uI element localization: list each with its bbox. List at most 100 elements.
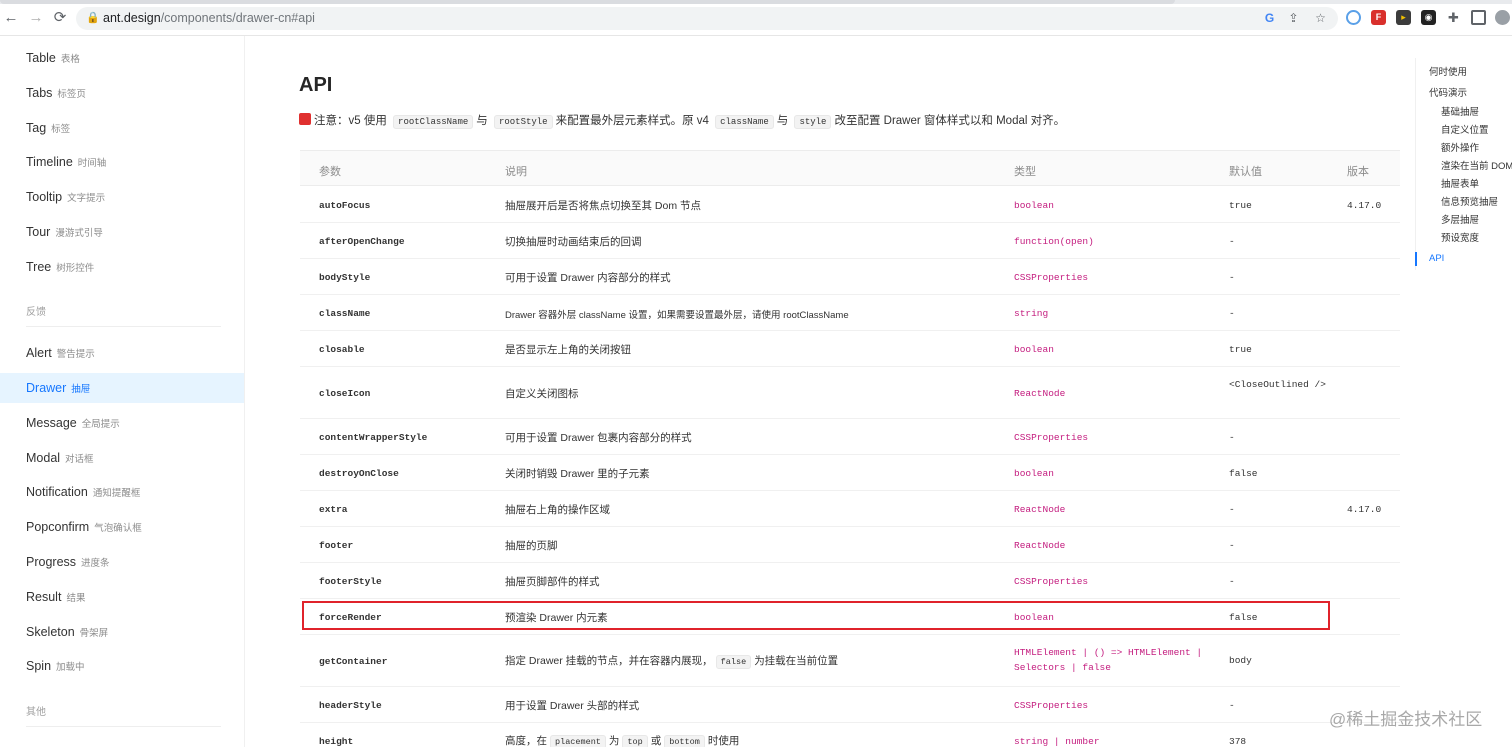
anchor-size[interactable]: 预设宽度: [1441, 230, 1479, 244]
table-row: height 高度，在 placement 为 top 或 bottom 时使用 strin…: [300, 723, 1400, 747]
header-param: 参数: [319, 166, 341, 178]
prop-name: className: [319, 308, 371, 319]
prop-desc: 高度，在 placement 为 top 或 bottom 时使用: [505, 735, 740, 747]
address-bar[interactable]: 🔒 ant.design/components/drawer-cn#api G …: [76, 7, 1338, 30]
anchor-when-to-use[interactable]: 何时使用: [1429, 64, 1467, 78]
tab-strip: [0, 0, 1512, 4]
prop-desc: 指定 Drawer 挂载的节点，并在容器内展现， false 为挂载在当前位置: [505, 655, 839, 669]
prop-default: false: [1229, 468, 1258, 479]
anchor-active-ink: [1415, 252, 1417, 266]
prop-default: body: [1229, 655, 1252, 666]
sidebar-item-tree[interactable]: Tree 树形控件: [0, 252, 244, 282]
prop-name: autoFocus: [319, 200, 371, 211]
sidepanel-icon[interactable]: [1471, 10, 1486, 25]
extension-icon[interactable]: ▸: [1396, 10, 1411, 25]
sidebar-item-result[interactable]: Result 结果: [0, 582, 244, 612]
prop-name: destroyOnClose: [319, 468, 399, 479]
prop-type: boolean: [1014, 344, 1054, 355]
prop-type: CSSProperties: [1014, 272, 1089, 283]
sidebar-item-popconfirm[interactable]: Popconfirm 气泡确认框: [0, 512, 244, 542]
prop-default: -: [1229, 272, 1235, 283]
prop-name: footerStyle: [319, 576, 382, 587]
sidebar-item-tooltip[interactable]: Tooltip 文字提示: [0, 182, 244, 212]
anchor-form[interactable]: 抽屉表单: [1441, 176, 1479, 190]
sidebar-item-drawer[interactable]: Drawer 抽屉: [0, 373, 244, 403]
prop-desc: 可用于设置 Drawer 内容部分的样式: [505, 272, 671, 284]
prop-type: CSSProperties: [1014, 432, 1089, 443]
header-type: 类型: [1014, 166, 1036, 178]
header-desc: 说明: [505, 166, 527, 178]
table-row: extra 抽屉右上角的操作区域 ReactNode - 4.17.0: [300, 491, 1400, 527]
prop-default: -: [1229, 236, 1235, 247]
prop-default: -: [1229, 700, 1235, 711]
back-icon[interactable]: ←: [2, 9, 20, 27]
sidebar-item-notification[interactable]: Notification 通知提醒框: [0, 477, 244, 507]
prop-desc: Drawer 容器外层 className 设置，如果需要设置最外层，请使用 r…: [505, 310, 849, 321]
table-row: getContainer 指定 Drawer 挂载的节点，并在容器内展现， fal…: [300, 635, 1400, 687]
google-icon[interactable]: G: [1262, 11, 1277, 26]
table-row: autoFocus 抽屉展开后是否将焦点切换至其 Dom 节点 boolean …: [300, 187, 1400, 223]
extension-icon[interactable]: F: [1371, 10, 1386, 25]
header-version: 版本: [1347, 166, 1369, 178]
sidebar-item-alert[interactable]: Alert 警告提示: [0, 338, 244, 368]
active-tab[interactable]: [0, 0, 1175, 4]
sidebar-item-tabs[interactable]: Tabs 标签页: [0, 78, 244, 108]
sidebar-divider: [26, 326, 221, 327]
anchor-api[interactable]: API: [1429, 253, 1444, 264]
prop-type: ReactNode: [1014, 388, 1066, 399]
prop-desc: 可用于设置 Drawer 包裹内容部分的样式: [505, 432, 692, 444]
sidebar-item-tour[interactable]: Tour 漫游式引导: [0, 217, 244, 247]
anchor-preview[interactable]: 信息预览抽屉: [1441, 194, 1498, 208]
prop-type: HTMLElement | () => HTMLElement | Select…: [1014, 647, 1203, 673]
prop-default: <CloseOutlined />: [1229, 379, 1326, 390]
prop-type: boolean: [1014, 200, 1054, 211]
prop-type: boolean: [1014, 468, 1054, 479]
prop-name: extra: [319, 504, 348, 515]
warning-icon: [299, 113, 311, 125]
sidebar-item-tag[interactable]: Tag 标签: [0, 113, 244, 143]
forward-icon[interactable]: →: [27, 9, 45, 27]
prop-default: 378: [1229, 736, 1247, 747]
anchor-examples[interactable]: 代码演示: [1429, 85, 1467, 99]
extension-icon[interactable]: [1346, 10, 1361, 25]
prop-name: footer: [319, 540, 354, 551]
anchor-placement[interactable]: 自定义位置: [1441, 122, 1489, 136]
prop-desc: 是否显示左上角的关闭按钮: [505, 344, 631, 356]
anchor-multi-level[interactable]: 多层抽屉: [1441, 212, 1479, 226]
reload-icon[interactable]: ⟳: [51, 9, 69, 27]
prop-desc: 自定义关闭图标: [505, 388, 579, 400]
watermark: @稀土掘金技术社区: [1329, 710, 1483, 729]
prop-name: bodyStyle: [319, 272, 371, 283]
extension-icon[interactable]: ◉: [1421, 10, 1436, 25]
anchor-render-in-current[interactable]: 渲染在当前 DOM: [1441, 158, 1512, 172]
component-sidebar: Table 表格 Tabs 标签页 Tag 标签 Timeline 时间轴 Toolti…: [0, 36, 245, 747]
prop-desc: 用于设置 Drawer 头部的样式: [505, 700, 640, 712]
prop-name: headerStyle: [319, 700, 382, 711]
prop-type: function(open): [1014, 236, 1094, 247]
sidebar-item-spin[interactable]: Spin 加载中: [0, 651, 244, 681]
prop-version: 4.17.0: [1347, 200, 1382, 211]
puzzle-icon[interactable]: ✚: [1446, 10, 1461, 25]
sidebar-group-feedback: 反馈: [26, 307, 46, 318]
page-title: API: [299, 74, 333, 96]
prop-default: true: [1229, 344, 1252, 355]
share-icon[interactable]: ⇪: [1286, 11, 1301, 26]
anchor-extra[interactable]: 额外操作: [1441, 140, 1479, 154]
sidebar-item-progress[interactable]: Progress 进度条: [0, 547, 244, 577]
prop-default: -: [1229, 540, 1235, 551]
prop-name: closable: [319, 344, 365, 355]
prop-desc: 抽屉右上角的操作区域: [505, 504, 610, 516]
sidebar-item-message[interactable]: Message 全局提示: [0, 408, 244, 438]
table-row: closable 是否显示左上角的关闭按钮 boolean true: [300, 331, 1400, 367]
prop-desc: 切换抽屉时动画结束后的回调: [505, 236, 642, 248]
sidebar-item-modal[interactable]: Modal 对话框: [0, 443, 244, 473]
table-row: footer 抽屉的页脚 ReactNode -: [300, 527, 1400, 563]
sidebar-item-table[interactable]: Table 表格: [0, 43, 244, 73]
bookmark-star-icon[interactable]: ☆: [1313, 11, 1328, 26]
anchor-basic[interactable]: 基础抽屉: [1441, 104, 1479, 118]
sidebar-item-skeleton[interactable]: Skeleton 骨架屏: [0, 617, 244, 647]
prop-type: string | number: [1014, 736, 1100, 747]
sidebar-item-timeline[interactable]: Timeline 时间轴: [0, 147, 244, 177]
profile-avatar-icon[interactable]: [1495, 10, 1510, 25]
sidebar-divider: [26, 726, 221, 727]
